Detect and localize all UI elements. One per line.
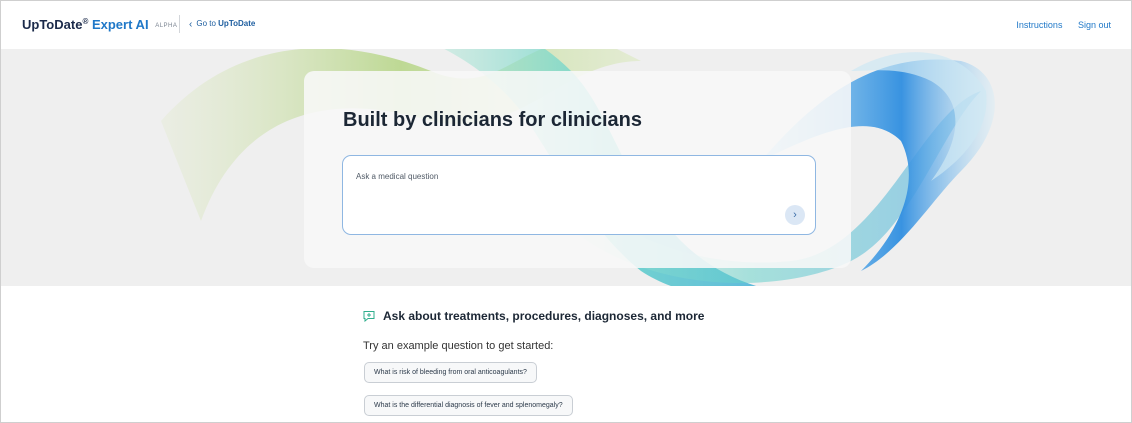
submit-question-button[interactable]: › <box>785 205 805 225</box>
brand-product: Expert AI <box>91 17 149 32</box>
example-question-chip[interactable]: What is the differential diagnosis of fe… <box>364 395 573 416</box>
hero-section: Built by clinicians for clinicians Ask a… <box>1 49 1131 286</box>
medical-question-input[interactable]: Ask a medical question › <box>342 155 816 235</box>
top-navigation-bar: UpToDate® Expert AI ALPHA ‹ Go to UpToDat… <box>1 1 1131 49</box>
header-links: Instructions Sign out <box>1003 20 1111 30</box>
examples-header: Ask about treatments, procedures, diagno… <box>363 309 823 327</box>
registered-mark: ® <box>82 17 89 26</box>
examples-intro: Try an example question to get started: <box>363 340 554 352</box>
header-divider <box>179 15 180 33</box>
example-question-chip[interactable]: What is risk of bleeding from oral antic… <box>364 362 537 383</box>
hero-card: Built by clinicians for clinicians Ask a… <box>304 71 851 268</box>
brand-name: UpToDate <box>22 17 83 32</box>
sign-out-link[interactable]: Sign out <box>1078 20 1111 30</box>
example-questions-section: Ask about treatments, procedures, diagno… <box>363 309 823 416</box>
question-placeholder: Ask a medical question <box>356 172 439 181</box>
hero-title: Built by clinicians for clinicians <box>343 109 642 131</box>
alpha-badge: ALPHA <box>155 22 178 29</box>
instructions-link[interactable]: Instructions <box>1016 20 1062 30</box>
go-to-uptodate-link[interactable]: ‹ Go to UpToDate <box>189 19 255 30</box>
app-logo[interactable]: UpToDate® Expert AI ALPHA <box>22 17 177 32</box>
go-to-target: UpToDate <box>218 19 256 28</box>
chat-plus-icon <box>363 311 375 322</box>
examples-heading: Ask about treatments, procedures, diagno… <box>383 309 705 323</box>
chevron-right-icon: › <box>793 209 797 221</box>
chevron-left-icon: ‹ <box>189 19 193 30</box>
go-to-label: Go to <box>196 19 216 28</box>
